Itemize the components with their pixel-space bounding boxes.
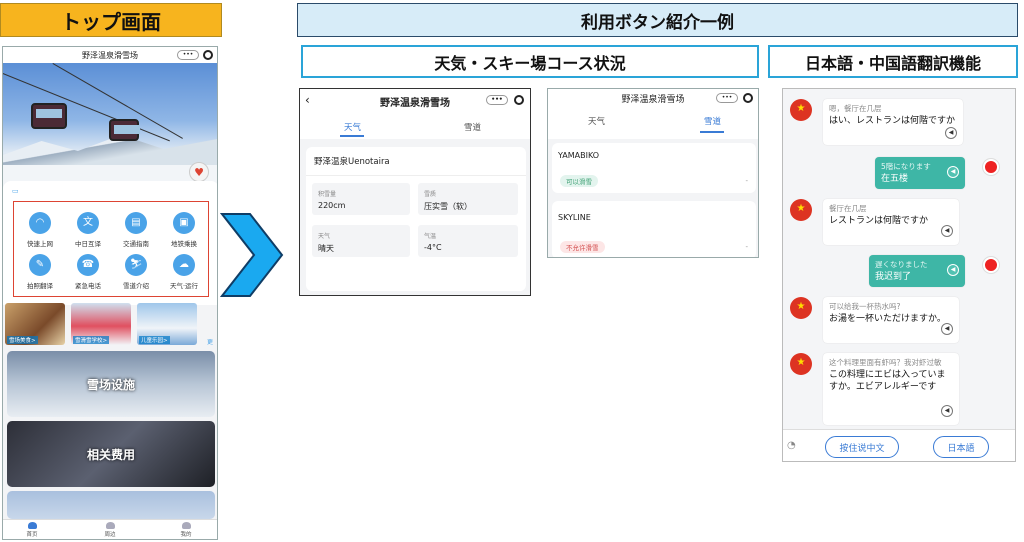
metro-icon: ▣ — [173, 212, 195, 234]
next-banner[interactable] — [7, 491, 215, 519]
weather-operation-button[interactable]: ☁ 天气·运行 — [160, 254, 208, 290]
thumb-kids-park[interactable]: 儿童乐园> — [137, 303, 197, 345]
chat-icon — [105, 522, 115, 529]
translation-chat-screen: ★ 嗯，餐厅在几层 はい、レストランは何階ですか ◀ 5階になります 在五楼 ◀… — [782, 88, 1016, 462]
chat-message-left: 嗯，餐厅在几层 はい、レストランは何階ですか ◀ — [823, 99, 963, 145]
chat-message-left: 餐厅在几层 レストランは何階ですか ◀ — [823, 199, 959, 245]
user-icon — [181, 522, 191, 529]
home-icon — [27, 522, 37, 529]
tab-weather[interactable]: 天气 — [344, 121, 361, 133]
weather-icon: ☁ — [173, 254, 195, 276]
thumb-food[interactable]: 雪场美食> — [5, 303, 65, 345]
chat-input-bar: ◔ 按住说中文 日本語 — [783, 429, 1015, 461]
home-screen: 野泽温泉滑雪场 ••• ♥ ▭ ◠ 快速上网 文中日互译 ▤ 交通指南 ▣ 地铁乘换 … — [2, 46, 218, 540]
hold-speak-chinese-button[interactable]: 按住说中文 — [825, 436, 899, 458]
facilities-banner[interactable]: 雪场设施 — [7, 351, 215, 417]
weather-cell: 天气 晴天 — [312, 225, 410, 257]
status-badge: 不允许滑雪 — [560, 241, 605, 253]
thumb-more-link[interactable]: 更 — [207, 337, 213, 346]
chat-message-right: 遅くなりました 我迟到了 ◀ — [869, 255, 965, 287]
course-title-bar: 野泽温泉滑雪场 ••• — [548, 89, 758, 107]
weather-tabs: 天气 雪道 — [300, 113, 530, 139]
slope-intro-button[interactable]: ⛷ 雪道介绍 — [112, 254, 160, 290]
notice-icon[interactable]: ▭ — [12, 187, 19, 195]
close-miniapp-icon[interactable] — [743, 93, 753, 103]
chat-message-right: 5階になります 在五楼 ◀ — [875, 157, 965, 189]
tab-weather[interactable]: 天气 — [588, 115, 605, 127]
close-miniapp-icon[interactable] — [203, 50, 213, 60]
ski-icon: ⛷ — [125, 254, 147, 276]
course-tabs: 天气 雪道 — [548, 107, 758, 139]
more-menu-button[interactable]: ••• — [486, 95, 508, 105]
tab-slopes[interactable]: 雪道 — [704, 115, 721, 127]
favorite-heart-icon[interactable]: ♥ — [189, 162, 209, 182]
emergency-call-button[interactable]: ☎ 紧急电话 — [64, 254, 112, 290]
wifi-icon: ◠ — [29, 212, 51, 234]
chat-message-left: 可以给我一杯热水吗? お湯を一杯いただけますか。 ◀ — [823, 297, 959, 343]
quick-wifi-button[interactable]: ◠ 快速上网 — [16, 212, 64, 248]
nav-nearby[interactable]: 周边 — [95, 522, 125, 538]
bottom-nav: 首页 周边 我的 — [3, 519, 217, 539]
china-flag-icon: ★ — [790, 353, 812, 375]
usage-examples-header: 利用ボタン紹介一例 — [297, 3, 1018, 37]
status-badge: 可以滑雪 — [560, 175, 598, 187]
china-flag-icon: ★ — [790, 199, 812, 221]
nav-me[interactable]: 我的 — [171, 522, 201, 538]
tab-slopes[interactable]: 雪道 — [464, 121, 481, 133]
top-screen-header: トップ画面 — [0, 3, 222, 37]
course-app-title: 野泽温泉滑雪场 — [621, 94, 685, 105]
weather-screen: ‹ 野泽温泉滑雪场 ••• 天气 雪道 野泽温泉Uenotaira 积雪量 220… — [299, 88, 531, 296]
more-menu-button[interactable]: ••• — [177, 50, 199, 60]
weather-course-header: 天気・スキー場コース状況 — [301, 45, 759, 78]
photo-translate-button[interactable]: ✎ 拍照翻译 — [16, 254, 64, 290]
weather-card: 野泽温泉Uenotaira 积雪量 220cm 雪质 压实雪（软） 天气 晴天 气温 -… — [306, 147, 526, 291]
back-icon[interactable]: ‹ — [305, 93, 310, 107]
course-screen: 野泽温泉滑雪场 ••• 天气 雪道 YAMABIKO 可以滑雪 - SKYLIN… — [547, 88, 759, 258]
japan-flag-icon — [983, 257, 999, 273]
thumb-ski-school[interactable]: 雪滑雪学校> — [71, 303, 131, 345]
course-item-yamabiko[interactable]: YAMABIKO 可以滑雪 - — [552, 143, 756, 193]
weather-app-title: 野泽温泉滑雪场 — [380, 97, 450, 109]
hero-image — [3, 63, 217, 191]
china-flag-icon: ★ — [790, 297, 812, 319]
speaker-icon[interactable]: ◀ — [941, 405, 953, 417]
feature-icon-grid: ◠ 快速上网 文中日互译 ▤ 交通指南 ▣ 地铁乘换 ✎ 拍照翻译 ☎ 紧急电话 ⛷ 雪道介… — [13, 201, 209, 297]
speaker-icon[interactable]: ◀ — [941, 323, 953, 335]
translate-icon: 文 — [77, 212, 99, 234]
speaker-icon[interactable]: ◀ — [947, 264, 959, 276]
home-app-title: 野泽温泉滑雪场 — [82, 50, 138, 60]
fees-banner[interactable]: 相关费用 — [7, 421, 215, 487]
speaker-icon[interactable]: ◀ — [945, 127, 957, 139]
translation-header: 日本語・中国語翻訳機能 — [768, 45, 1018, 78]
snow-quality-cell: 雪质 压实雪（软） — [418, 183, 518, 215]
keyboard-icon[interactable]: ◔ — [787, 440, 796, 451]
camera-translate-icon: ✎ — [29, 254, 51, 276]
weather-title-bar: ‹ 野泽温泉滑雪场 ••• — [300, 89, 530, 113]
transport-guide-button[interactable]: ▤ 交通指南 — [112, 212, 160, 248]
chevron-right-icon — [220, 213, 284, 297]
japanese-button[interactable]: 日本語 — [933, 436, 989, 458]
speaker-icon[interactable]: ◀ — [947, 166, 959, 178]
snow-depth-cell: 积雪量 220cm — [312, 183, 410, 215]
chat-message-left: 这个料理里面有虾吗？我对虾过敏 この料理にエビは入っていますか。エビアレルギーで… — [823, 353, 959, 425]
japan-flag-icon — [983, 159, 999, 175]
course-item-skyline[interactable]: SKYLINE 不允许滑雪 - — [552, 201, 756, 257]
resort-name: 野泽温泉Uenotaira — [314, 157, 390, 167]
close-miniapp-icon[interactable] — [514, 95, 524, 105]
temperature-cell: 气温 -4°C — [418, 225, 518, 257]
translate-button[interactable]: 文中日互译 — [64, 212, 112, 248]
home-title-bar: 野泽温泉滑雪场 ••• — [3, 47, 217, 63]
more-menu-button[interactable]: ••• — [716, 93, 738, 103]
nav-home[interactable]: 首页 — [17, 522, 47, 538]
phone-icon: ☎ — [77, 254, 99, 276]
metro-transfer-button[interactable]: ▣ 地铁乘换 — [160, 212, 208, 248]
speaker-icon[interactable]: ◀ — [941, 225, 953, 237]
bus-icon: ▤ — [125, 212, 147, 234]
china-flag-icon: ★ — [790, 99, 812, 121]
